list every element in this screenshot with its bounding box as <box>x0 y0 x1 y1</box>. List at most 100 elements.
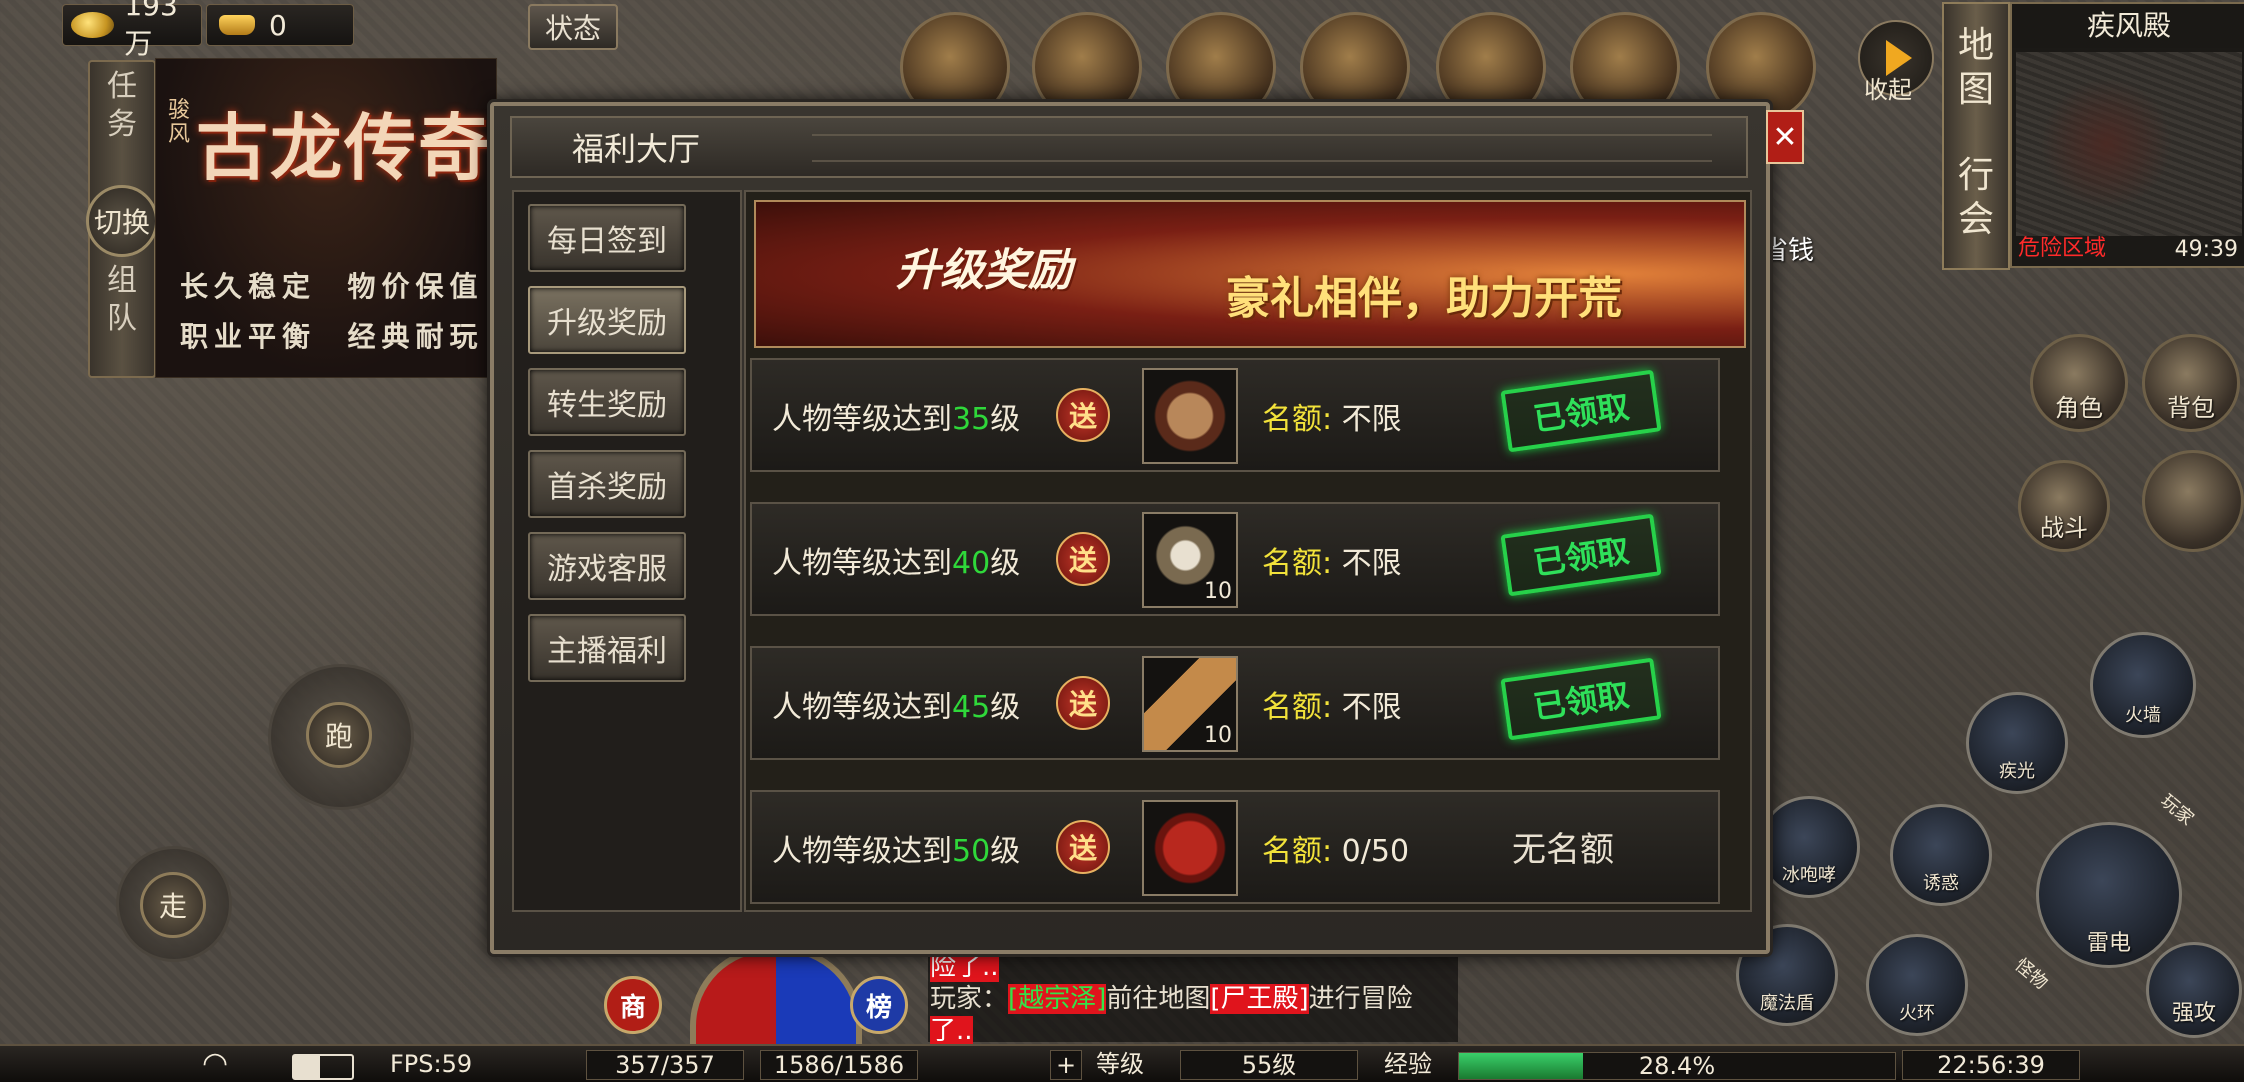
walk-button[interactable]: 走 <box>140 872 206 938</box>
close-icon[interactable]: ✕ <box>1766 110 1804 164</box>
exp-percent: 28.4% <box>1638 1052 1716 1080</box>
req-prefix: 人物等级达到 <box>772 402 952 437</box>
bundle-icon[interactable]: 10 <box>1142 512 1238 608</box>
nav-first-kill-reward[interactable]: 首杀奖励 <box>528 450 686 518</box>
move-pad-icon[interactable] <box>2142 450 2244 552</box>
team-tab[interactable]: 组队 <box>90 262 154 338</box>
hp-mp-orb <box>690 946 862 1052</box>
scroll-item-icon[interactable]: 10 <box>1142 656 1238 752</box>
map-name: 疾风殿 <box>2012 4 2244 48</box>
banner-slogan-1: 长久稳定 物价保值 <box>180 270 484 303</box>
guild-button-label: 行会 <box>1957 155 1994 240</box>
chat-box[interactable]: 险了.. 玩家：[越宗泽]前往地图[尸王殿]进行冒险 了.. <box>928 946 1458 1046</box>
nav-rebirth-reward[interactable]: 转生奖励 <box>528 368 686 436</box>
banner-prefix: 骏风 <box>168 98 191 147</box>
reward-quota: 名额: 不限 <box>1262 538 1402 582</box>
run-button[interactable]: 跑 <box>306 702 372 768</box>
ice-roar-skill[interactable]: 冰咆哮 <box>1758 796 1860 898</box>
quota-key: 名额: <box>1262 546 1333 581</box>
rank-button[interactable]: 榜 <box>850 976 908 1034</box>
game-banner: 骏风 古龙传奇 长久稳定 物价保值 职业平衡 经典耐玩 <box>155 58 497 378</box>
fire-ring-skill[interactable]: 火环 <box>1866 934 1968 1036</box>
req-prefix: 人物等级达到 <box>772 546 952 581</box>
player-target-label[interactable]: 玩家 <box>2156 787 2200 830</box>
level-label: 等级 <box>1096 1050 1144 1078</box>
chat-line-3: 了.. <box>930 1010 973 1047</box>
nav-daily-checkin[interactable]: 每日签到 <box>528 204 686 272</box>
chat-map-name[interactable]: [尸王殿] <box>1210 984 1309 1014</box>
magic-shield-label: 魔法盾 <box>1760 993 1814 1014</box>
banner-title: 升级奖励 <box>896 245 1072 296</box>
gold-coin-icon <box>71 12 115 38</box>
quota-value: 不限 <box>1341 402 1402 437</box>
minimap-view[interactable] <box>2016 52 2242 236</box>
chat-mid: 前往地图 <box>1106 984 1211 1014</box>
battle-button[interactable]: 战斗 <box>2018 460 2110 552</box>
req-prefix: 人物等级达到 <box>772 834 952 869</box>
reward-requirement: 人物等级达到50级 <box>772 826 1020 870</box>
reward-row: 人物等级达到35级 送 名额: 不限 已领取 <box>750 358 1720 472</box>
round-medal-icon[interactable] <box>1142 368 1238 464</box>
dialog-titlebar: 福利大厅 <box>510 116 1748 178</box>
clock: 22:56:39 <box>1902 1050 2080 1080</box>
nav-level-reward[interactable]: 升级奖励 <box>528 286 686 354</box>
mp-value: 1586/1586 <box>760 1050 918 1080</box>
thunder-label: 雷电 <box>2086 931 2131 956</box>
nav-streamer-welfare[interactable]: 主播福利 <box>528 614 686 682</box>
battery-icon <box>292 1054 354 1080</box>
lightning-skill[interactable]: 疾光 <box>1966 692 2068 794</box>
reward-content: 升级奖励 豪礼相伴，助力开荒 人物等级达到35级 送 名额: 不限 已领取 人物… <box>744 190 1752 912</box>
nav-customer-service[interactable]: 游戏客服 <box>528 532 686 600</box>
charm-label: 诱惑 <box>1923 873 1959 894</box>
item-count: 10 <box>1204 723 1232 748</box>
guild-button[interactable]: 行会 <box>1944 154 2008 242</box>
req-suffix: 级 <box>990 834 1021 869</box>
switch-button[interactable]: 切换 <box>86 185 158 257</box>
fire-wall-label: 火墙 <box>2125 705 2161 726</box>
strong-attack-label: 强攻 <box>2171 1001 2216 1026</box>
item-count: 10 <box>1204 579 1232 604</box>
game-logo: 古龙传奇 <box>196 106 493 190</box>
ingot-amount: 0 <box>269 8 287 42</box>
character-label: 角色 <box>2055 394 2103 422</box>
bag-button[interactable]: 背包 <box>2142 334 2240 432</box>
claimed-stamp: 已领取 <box>1500 369 1662 453</box>
reward-requirement: 人物等级达到40级 <box>772 538 1020 582</box>
charm-skill[interactable]: 诱惑 <box>1890 804 1992 906</box>
reward-requirement: 人物等级达到45级 <box>772 682 1020 726</box>
reward-row: 人物等级达到50级 送 名额: 0/50 无名额 <box>750 790 1720 904</box>
strong-attack-skill[interactable]: 强攻 <box>2146 942 2242 1038</box>
req-level: 35 <box>952 402 991 437</box>
gold-amount: 193万 <box>124 0 178 60</box>
chat-player-name[interactable]: [越宗泽] <box>1008 984 1107 1014</box>
ice-roar-label: 冰咆哮 <box>1782 865 1836 886</box>
character-button[interactable]: 角色 <box>2030 334 2128 432</box>
dialog-title: 福利大厅 <box>572 130 701 168</box>
banner-slogan-2: 职业平衡 经典耐玩 <box>180 320 484 353</box>
reward-row: 人物等级达到40级 送 10 名额: 不限 已领取 <box>750 502 1720 616</box>
danger-zone-label: 危险区域 <box>2018 236 2107 261</box>
map-button-label: 地图 <box>1957 25 1994 110</box>
quota-value: 不限 <box>1341 690 1402 725</box>
quota-key: 名额: <box>1262 834 1333 869</box>
treasure-chest-icon[interactable] <box>1142 800 1238 896</box>
fire-wall-skill[interactable]: 火墙 <box>2090 632 2196 738</box>
map-button[interactable]: 地图 <box>1944 24 2008 112</box>
battle-label: 战斗 <box>2040 514 2088 542</box>
quota-key: 名额: <box>1262 402 1333 437</box>
thunder-skill[interactable]: 雷电 <box>2036 822 2182 968</box>
monster-target-label[interactable]: 怪物 <box>2010 951 2054 994</box>
fire-ring-label: 火环 <box>1899 1003 1935 1024</box>
add-button[interactable]: + <box>1050 1050 1082 1080</box>
task-tab[interactable]: 任务 <box>90 68 154 144</box>
banner-slogan: 豪礼相伴，助力开荒 <box>1226 273 1622 324</box>
status-button[interactable]: 状态 <box>528 4 618 50</box>
gift-badge-icon: 送 <box>1056 820 1110 874</box>
map-buttons: 地图 行会 <box>1942 2 2010 270</box>
wifi-icon: ◠ <box>202 1046 229 1081</box>
gift-badge-icon: 送 <box>1056 532 1110 586</box>
level-value: 55级 <box>1180 1050 1358 1080</box>
minimap[interactable]: 疾风殿 危险区域 49:39 <box>2010 2 2244 268</box>
title-ornament <box>812 134 1712 162</box>
shop-button[interactable]: 商 <box>604 976 662 1034</box>
